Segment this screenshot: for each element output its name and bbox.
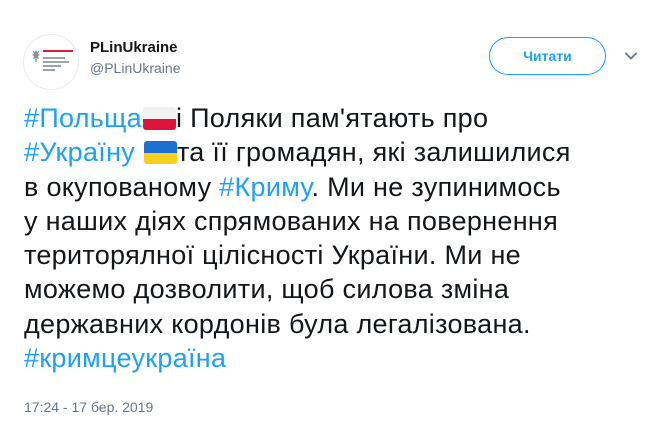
tweet-text-segment: і Поляки пам'ятають про [176, 103, 489, 133]
tweet-line-8: #кримцеукраїна [24, 341, 644, 375]
tweet-line-3: в окупованому #Криму. Ми не зупинимось [24, 170, 644, 204]
user-handle[interactable]: @PLinUkraine [90, 58, 180, 78]
avatar[interactable] [23, 34, 79, 90]
tweet-line-7: державних кордонів була легалізована. [24, 308, 531, 339]
tweet-text-segment: . Ми не зупинимось [311, 171, 561, 202]
display-name[interactable]: PLinUkraine [90, 38, 180, 57]
hashtag-link[interactable]: #кримцеукраїна [24, 343, 226, 373]
chevron-down-icon[interactable] [624, 49, 638, 63]
tweet-text-segment: в окупованому [24, 171, 220, 202]
eagle-emblem-icon [32, 50, 40, 62]
tweet-line-6: можемо дозволити, щоб силова зміна [24, 274, 510, 305]
logo-text-lines [43, 57, 69, 73]
tweet-text-segment: та її громадян, які залишилися [176, 137, 571, 168]
follow-button[interactable]: Читати [489, 37, 606, 75]
tweet-line-1: #Польща і Поляки пам'ятають про [24, 101, 644, 135]
tweet-header: PLinUkraine @PLinUkraine [23, 34, 180, 90]
hashtag-link[interactable]: #Україну [24, 137, 135, 167]
tweet-text: #Польща і Поляки пам'ятають про #Україну … [24, 101, 644, 375]
tweet-timestamp[interactable]: 17:24 - 17 бер. 2019 [24, 399, 153, 415]
tweet-line-5: територялної цілісності України. Ми не [24, 240, 521, 271]
ukraine-flag-icon [143, 141, 177, 165]
user-info: PLinUkraine @PLinUkraine [90, 38, 180, 78]
poland-flag-icon [143, 107, 176, 130]
tweet-line-4: у наших діях спрямованих на повернення [24, 205, 559, 236]
hashtag-link[interactable]: #Криму [219, 172, 311, 202]
tweet-line-2: #Україну та її громадян, які залишилися [24, 135, 644, 169]
tweet-card: PLinUkraine @PLinUkraine Читати #Польща і… [0, 0, 662, 428]
logo-red-bar [43, 50, 73, 52]
hashtag-link[interactable]: #Польща [24, 103, 142, 133]
